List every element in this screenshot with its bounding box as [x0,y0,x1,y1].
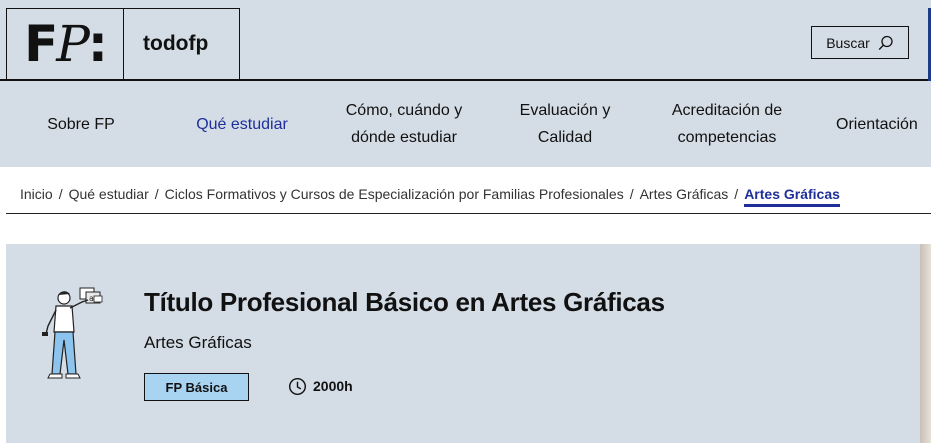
nav-item-sobre-fp[interactable]: Sobre FP [20,81,142,167]
breadcrumb-separator: / [58,186,63,202]
nav-label-line1: Cómo, cuándo y [345,102,463,119]
search-label: Buscar [826,34,870,51]
brand-link[interactable]: todofp [123,8,240,80]
nav-label-line2: competencias [677,129,777,146]
hero-photo-edge [920,244,931,443]
nav-item-evaluacion-calidad[interactable]: Evaluación y Calidad [505,81,625,167]
breadcrumb: Inicio / Qué estudiar / Ciclos Formativo… [20,186,840,210]
nav-item-acreditacion[interactable]: Acreditación de competencias [654,81,800,167]
course-family: Artes Gráficas [144,333,252,352]
course-title: Título Profesional Básico en Artes Gráfi… [144,287,665,317]
nav-label-line1: Acreditación de [671,102,783,119]
breadcrumb-current: Artes Gráficas [744,186,840,207]
course-duration: 2000h [288,375,353,397]
brand-name: todofp [143,32,209,55]
nav-item-orientacion[interactable]: Orientación [836,81,931,167]
nav-label-line2: dónde estudiar [351,129,457,146]
svg-text:a: a [89,294,94,303]
site-header: FP: todofp Buscar [0,0,931,81]
breadcrumb-separator: / [154,186,159,202]
level-badge: FP Básica [144,373,249,401]
nav-label: Sobre FP [47,115,115,133]
nav-item-que-estudiar[interactable]: Qué estudiar [180,81,304,167]
fp-logo-text: FP: [24,15,108,73]
fp-logo[interactable]: FP: [6,8,124,80]
nav-label: Orientación [836,115,918,133]
search-icon [878,35,893,50]
breadcrumb-divider [6,213,931,214]
breadcrumb-separator: / [734,186,739,202]
breadcrumb-item-ciclos[interactable]: Ciclos Formativos y Cursos de Especializ… [165,186,624,202]
main-nav: Sobre FP Qué estudiar Cómo, cuándo y dónd… [0,81,931,167]
clock-icon [288,377,307,395]
breadcrumb-item-inicio[interactable]: Inicio [20,186,53,202]
search-button[interactable]: Buscar [811,26,909,59]
breadcrumb-separator: / [629,186,634,202]
person-with-letters-illustration: a [42,287,103,379]
nav-label-line2: Calidad [537,129,593,146]
nav-label: Qué estudiar [196,115,288,133]
duration-value: 2000h [313,378,353,394]
nav-label-line1: Evaluación y [519,102,611,119]
nav-item-como-cuando-donde[interactable]: Cómo, cuándo y dónde estudiar [330,81,478,167]
breadcrumb-item-que-estudiar[interactable]: Qué estudiar [69,186,149,202]
breadcrumb-item-family[interactable]: Artes Gráficas [640,186,729,202]
